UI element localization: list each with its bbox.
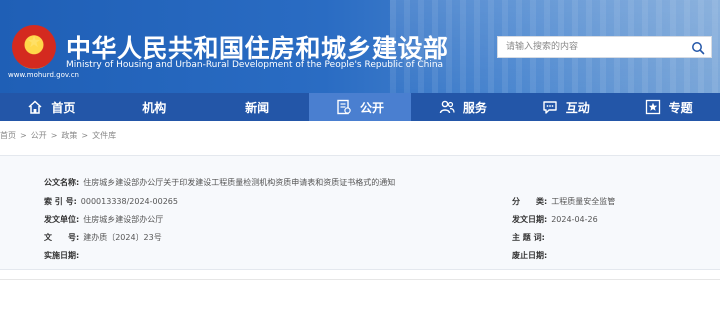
doc-keywords-row: 主 题 词: xyxy=(512,232,549,243)
chat-icon xyxy=(542,99,558,115)
search-input[interactable] xyxy=(506,40,676,54)
doc-issuer-row: 发文单位: 住房城乡建设部办公厅 xyxy=(44,214,163,225)
doc-expiry-row: 废止日期: xyxy=(512,250,551,261)
doc-index-value: 000013338/2024-00265 xyxy=(80,197,178,206)
breadcrumb-public[interactable]: 公开 xyxy=(31,131,47,140)
doc-index-row: 索 引 号: 000013338/2024-00265 xyxy=(44,196,178,207)
nav-label: 首页 xyxy=(51,100,76,115)
breadcrumb-home[interactable]: 首页 xyxy=(0,131,16,140)
doc-date-label: 发文日期: xyxy=(512,215,548,224)
people-icon xyxy=(439,99,455,115)
doc-index-label: 索 引 号: xyxy=(44,197,77,206)
breadcrumb-separator: > xyxy=(20,131,27,140)
national-emblem-logo[interactable]: ★ xyxy=(12,25,56,69)
nav-label: 专题 xyxy=(668,100,693,115)
nav-item-service[interactable]: 服务 xyxy=(411,93,514,121)
search-box xyxy=(497,36,712,58)
nav-item-interaction[interactable]: 互动 xyxy=(514,93,617,121)
site-domain: www.mohurd.gov.cn xyxy=(8,71,79,79)
search-icon[interactable] xyxy=(691,40,705,55)
doc-date-row: 发文日期: 2024-04-26 xyxy=(512,214,598,225)
doc-date-value: 2024-04-26 xyxy=(551,215,598,224)
divider xyxy=(0,279,720,280)
breadcrumb: 首页 > 公开 > 政策 > 文件库 xyxy=(0,130,120,141)
site-subtitle: Ministry of Housing and Urban-Rural Deve… xyxy=(66,60,444,70)
doc-expiry-label: 废止日期: xyxy=(512,251,548,260)
doc-title-value: 住房城乡建设部办公厅关于印发建设工程质量检测机构资质申请表和资质证书格式的通知 xyxy=(83,178,396,187)
doc-issuer-value: 住房城乡建设部办公厅 xyxy=(83,215,164,224)
nav-item-organization[interactable]: 机构 xyxy=(103,93,206,121)
nav-item-home[interactable]: 首页 xyxy=(0,93,103,121)
doc-keywords-label: 主 题 词: xyxy=(512,233,545,242)
doc-category-row: 分 类: 工程质量安全监管 xyxy=(512,196,615,207)
emblem-star-icon: ★ xyxy=(26,32,42,51)
doc-issuer-label: 发文单位: xyxy=(44,215,80,224)
document-info-panel: 公文名称: 住房城乡建设部办公厅关于印发建设工程质量检测机构资质申请表和资质证书格… xyxy=(0,155,720,270)
doc-number-value: 建办质〔2024〕23号 xyxy=(83,233,162,242)
nav-label: 公开 xyxy=(360,100,385,115)
doc-effective-label: 实施日期: xyxy=(44,251,80,260)
home-icon xyxy=(27,99,43,115)
document-icon xyxy=(336,99,352,115)
nav-label: 服务 xyxy=(462,100,487,115)
nav-item-news[interactable]: 新闻 xyxy=(206,93,309,121)
nav-item-topics[interactable]: 专题 xyxy=(617,93,720,121)
nav-label: 新闻 xyxy=(245,100,270,115)
doc-effective-row: 实施日期: xyxy=(44,250,83,261)
doc-title-label: 公文名称: xyxy=(44,178,80,187)
doc-number-label: 文 号: xyxy=(44,233,80,242)
doc-category-value: 工程质量安全监管 xyxy=(551,197,616,206)
nav-label: 互动 xyxy=(565,100,590,115)
breadcrumb-separator: > xyxy=(81,131,89,140)
doc-number-row: 文 号: 建办质〔2024〕23号 xyxy=(44,232,162,243)
star-icon xyxy=(645,99,661,115)
site-header: ★ www.mohurd.gov.cn 中华人民共和国住房和城乡建设部 Mini… xyxy=(0,0,720,93)
nav-label: 机构 xyxy=(142,100,167,115)
nav-item-public[interactable]: 公开 xyxy=(308,93,412,121)
doc-category-label: 分 类: xyxy=(512,197,548,206)
doc-title-row: 公文名称: 住房城乡建设部办公厅关于印发建设工程质量检测机构资质申请表和资质证书格… xyxy=(44,177,395,188)
main-nav: 首页 机构 新闻 公开 服务 互动 专题 xyxy=(0,93,720,121)
breadcrumb-library[interactable]: 文件库 xyxy=(92,131,116,140)
breadcrumb-policy[interactable]: 政策 xyxy=(61,131,77,140)
breadcrumb-separator: > xyxy=(50,131,58,140)
